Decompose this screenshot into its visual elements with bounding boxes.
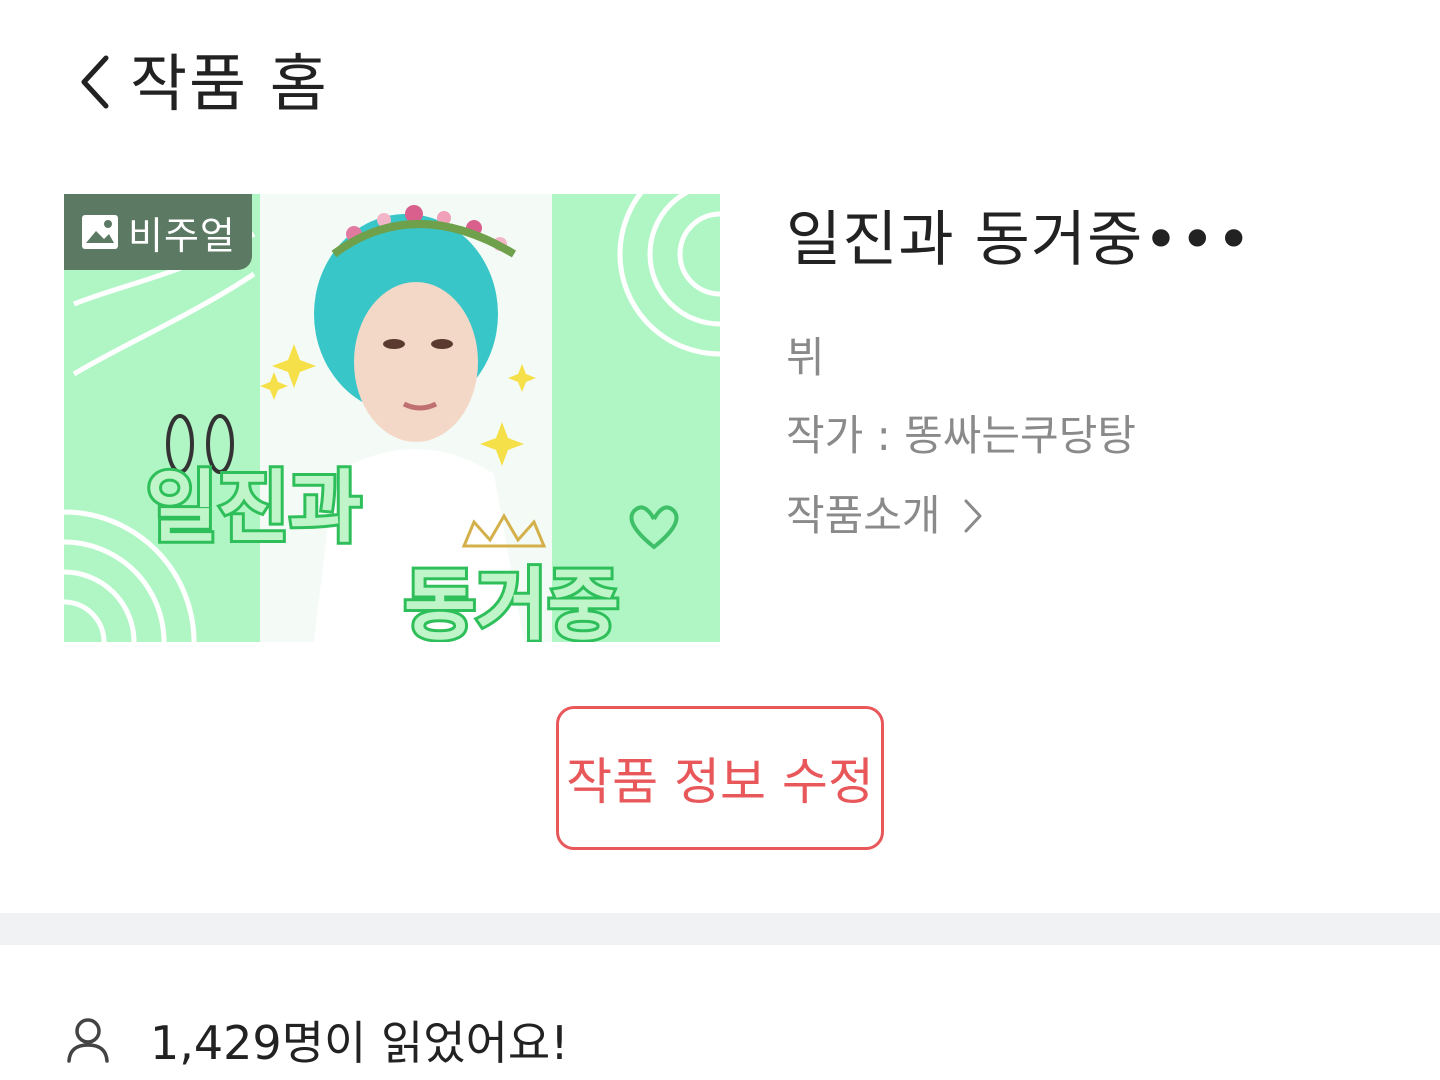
section-divider bbox=[0, 913, 1440, 945]
work-title: 일진과 동거중••• bbox=[786, 205, 1253, 275]
chevron-right-icon bbox=[963, 498, 983, 534]
edit-work-info-button[interactable]: 작품 정보 수정 bbox=[556, 706, 884, 850]
page-title: 작품 홈 bbox=[130, 47, 329, 120]
visual-badge: 비주얼 bbox=[64, 194, 252, 270]
readers-count-text: 1,429명이 읽었어요! bbox=[150, 1016, 569, 1070]
work-intro-link[interactable]: 작품소개 bbox=[786, 490, 983, 542]
cover-art-line2: 동거중 bbox=[404, 561, 619, 642]
work-info: 일진과 동거중••• 뷔 작가 : 똥싸는쿠당탕 작품소개 bbox=[786, 200, 1406, 542]
work-author[interactable]: 작가 : 똥싸는쿠당탕 bbox=[786, 410, 1406, 462]
image-icon bbox=[82, 215, 118, 249]
readers-stat: 1,429명이 읽었어요! bbox=[66, 1008, 569, 1072]
back-button[interactable] bbox=[70, 52, 120, 112]
work-intro-label: 작품소개 bbox=[786, 491, 941, 540]
top-bar: 작품 홈 bbox=[0, 0, 1440, 170]
work-home-page: 작품 홈 일진과 동거중 비주얼 일진과 동거중••• 뷔 작가: 똥싸는쿠당… bbox=[0, 0, 1440, 1080]
chevron-left-icon bbox=[81, 55, 109, 109]
cover-art-line1: 일진과 bbox=[146, 463, 361, 553]
cover-image[interactable]: 일진과 동거중 비주얼 bbox=[64, 194, 720, 642]
visual-badge-label: 비주얼 bbox=[128, 213, 236, 258]
person-icon bbox=[67, 1018, 109, 1063]
work-tag: 뷔 bbox=[786, 333, 825, 382]
